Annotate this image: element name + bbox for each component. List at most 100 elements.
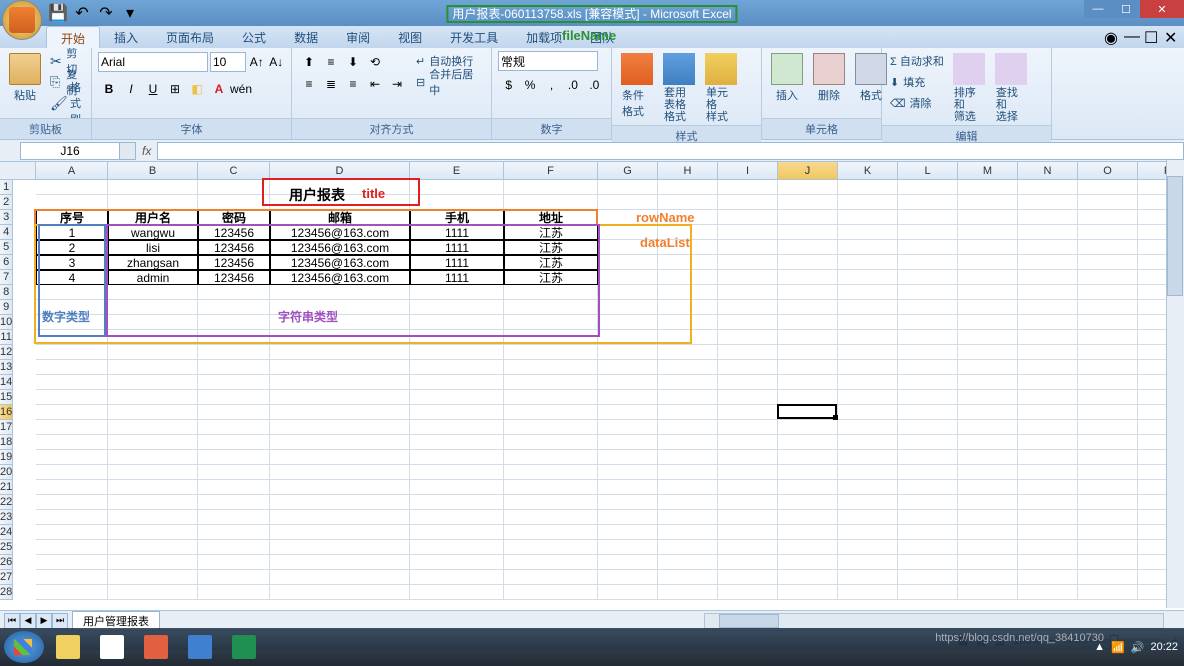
qat-dropdown-icon[interactable]: ▾ bbox=[122, 5, 138, 21]
sheet-nav-first[interactable]: ⏮ bbox=[4, 613, 20, 629]
row-header-5[interactable]: 5 bbox=[0, 240, 13, 255]
formula-input[interactable] bbox=[157, 142, 1184, 160]
col-header-A[interactable]: A bbox=[36, 162, 108, 180]
col-header-I[interactable]: I bbox=[718, 162, 778, 180]
taskbar-app2[interactable] bbox=[136, 631, 176, 663]
orientation-icon[interactable]: ⟲ bbox=[364, 51, 386, 73]
start-button[interactable] bbox=[4, 631, 44, 663]
col-header-O[interactable]: O bbox=[1078, 162, 1138, 180]
row-header-2[interactable]: 2 bbox=[0, 195, 13, 210]
tab-data[interactable]: 数据 bbox=[280, 26, 332, 48]
fill-color-button[interactable]: ◧ bbox=[186, 78, 208, 100]
currency-icon[interactable]: $ bbox=[498, 74, 519, 96]
row-header-22[interactable]: 22 bbox=[0, 495, 13, 510]
conditional-format-button[interactable]: 条件格式 bbox=[618, 51, 656, 121]
qat-redo-icon[interactable]: ↷ bbox=[98, 5, 114, 21]
col-header-E[interactable]: E bbox=[410, 162, 504, 180]
font-name-select[interactable] bbox=[98, 52, 208, 72]
close-button[interactable]: ✕ bbox=[1140, 0, 1184, 18]
increase-font-icon[interactable]: A↑ bbox=[248, 51, 266, 73]
row-header-6[interactable]: 6 bbox=[0, 255, 13, 270]
tab-dev[interactable]: 开发工具 bbox=[436, 26, 512, 48]
maximize-button[interactable]: ☐ bbox=[1112, 0, 1140, 18]
col-header-C[interactable]: C bbox=[198, 162, 270, 180]
horizontal-scrollbar[interactable] bbox=[704, 613, 1164, 629]
autosum-button[interactable]: Σ 自动求和 bbox=[888, 51, 946, 71]
decrease-decimal-icon[interactable]: .0 bbox=[584, 74, 605, 96]
tray-network-icon[interactable]: 📶 bbox=[1111, 641, 1125, 654]
row-header-17[interactable]: 17 bbox=[0, 420, 13, 435]
col-header-L[interactable]: L bbox=[898, 162, 958, 180]
underline-button[interactable]: U bbox=[142, 78, 164, 100]
tab-formula[interactable]: 公式 bbox=[228, 26, 280, 48]
col-header-F[interactable]: F bbox=[504, 162, 598, 180]
format-painter-button[interactable]: 🖌格式刷 bbox=[48, 93, 85, 113]
tab-home[interactable]: 开始 bbox=[46, 26, 100, 48]
close-workbook-icon[interactable]: ✕ bbox=[1164, 28, 1178, 42]
tray-time[interactable]: 20:22 bbox=[1150, 641, 1178, 653]
qat-undo-icon[interactable]: ↶ bbox=[74, 5, 90, 21]
sheet-nav-last[interactable]: ⏭ bbox=[52, 613, 68, 629]
col-header-M[interactable]: M bbox=[958, 162, 1018, 180]
align-center-icon[interactable]: ≣ bbox=[320, 73, 342, 95]
indent-inc-icon[interactable]: ⇥ bbox=[386, 73, 408, 95]
col-header-B[interactable]: B bbox=[108, 162, 198, 180]
name-box-dropdown[interactable] bbox=[120, 142, 136, 160]
row-header-7[interactable]: 7 bbox=[0, 270, 13, 285]
percent-icon[interactable]: % bbox=[519, 74, 540, 96]
border-button[interactable]: ⊞ bbox=[164, 78, 186, 100]
row-header-12[interactable]: 12 bbox=[0, 345, 13, 360]
merge-center-button[interactable]: ⊟合并后居中 bbox=[414, 72, 485, 92]
bold-button[interactable]: B bbox=[98, 78, 120, 100]
fx-icon[interactable]: fx bbox=[142, 144, 151, 158]
row-header-25[interactable]: 25 bbox=[0, 540, 13, 555]
col-header-D[interactable]: D bbox=[270, 162, 410, 180]
row-header-16[interactable]: 16 bbox=[0, 405, 13, 420]
align-top-icon[interactable]: ⬆ bbox=[298, 51, 320, 73]
row-header-15[interactable]: 15 bbox=[0, 390, 13, 405]
align-right-icon[interactable]: ≡ bbox=[342, 73, 364, 95]
qat-save-icon[interactable]: 💾 bbox=[50, 5, 66, 21]
comma-icon[interactable]: , bbox=[541, 74, 562, 96]
row-header-1[interactable]: 1 bbox=[0, 180, 13, 195]
row-header-27[interactable]: 27 bbox=[0, 570, 13, 585]
row-header-10[interactable]: 10 bbox=[0, 315, 13, 330]
font-color-button[interactable]: A bbox=[208, 78, 230, 100]
align-middle-icon[interactable]: ≡ bbox=[320, 51, 342, 73]
row-header-9[interactable]: 9 bbox=[0, 300, 13, 315]
align-left-icon[interactable]: ≡ bbox=[298, 73, 320, 95]
sort-filter-button[interactable]: 排序和 筛选 bbox=[950, 51, 988, 125]
row-header-4[interactable]: 4 bbox=[0, 225, 13, 240]
tab-layout[interactable]: 页面布局 bbox=[152, 26, 228, 48]
col-header-N[interactable]: N bbox=[1018, 162, 1078, 180]
increase-decimal-icon[interactable]: .0 bbox=[562, 74, 583, 96]
col-header-J[interactable]: J bbox=[778, 162, 838, 180]
sheet-nav-prev[interactable]: ◀ bbox=[20, 613, 36, 629]
delete-cells-button[interactable]: 删除 bbox=[810, 51, 848, 105]
vertical-scrollbar[interactable] bbox=[1166, 160, 1184, 608]
restore-icon[interactable]: ☐ bbox=[1144, 28, 1158, 42]
italic-button[interactable]: I bbox=[120, 78, 142, 100]
taskbar-excel[interactable] bbox=[224, 631, 264, 663]
paste-button[interactable]: 粘贴 bbox=[6, 51, 44, 105]
find-select-button[interactable]: 查找和 选择 bbox=[992, 51, 1030, 125]
row-header-24[interactable]: 24 bbox=[0, 525, 13, 540]
col-header-G[interactable]: G bbox=[598, 162, 658, 180]
row-header-28[interactable]: 28 bbox=[0, 585, 13, 600]
row-header-14[interactable]: 14 bbox=[0, 375, 13, 390]
cell-area[interactable]: 用户报表序号用户名密码邮箱手机地址1wangwu123456123456@163… bbox=[36, 180, 1184, 600]
fill-button[interactable]: ⬇填充 bbox=[888, 72, 946, 92]
office-button[interactable] bbox=[2, 0, 42, 40]
row-header-11[interactable]: 11 bbox=[0, 330, 13, 345]
font-size-select[interactable] bbox=[210, 52, 246, 72]
name-box[interactable]: J16 bbox=[20, 142, 120, 160]
minimize-button[interactable]: — bbox=[1084, 0, 1112, 18]
tab-view[interactable]: 视图 bbox=[384, 26, 436, 48]
row-header-21[interactable]: 21 bbox=[0, 480, 13, 495]
number-format-select[interactable] bbox=[498, 51, 598, 71]
align-bottom-icon[interactable]: ⬇ bbox=[342, 51, 364, 73]
col-header-K[interactable]: K bbox=[838, 162, 898, 180]
row-header-19[interactable]: 19 bbox=[0, 450, 13, 465]
row-header-26[interactable]: 26 bbox=[0, 555, 13, 570]
tab-insert[interactable]: 插入 bbox=[100, 26, 152, 48]
